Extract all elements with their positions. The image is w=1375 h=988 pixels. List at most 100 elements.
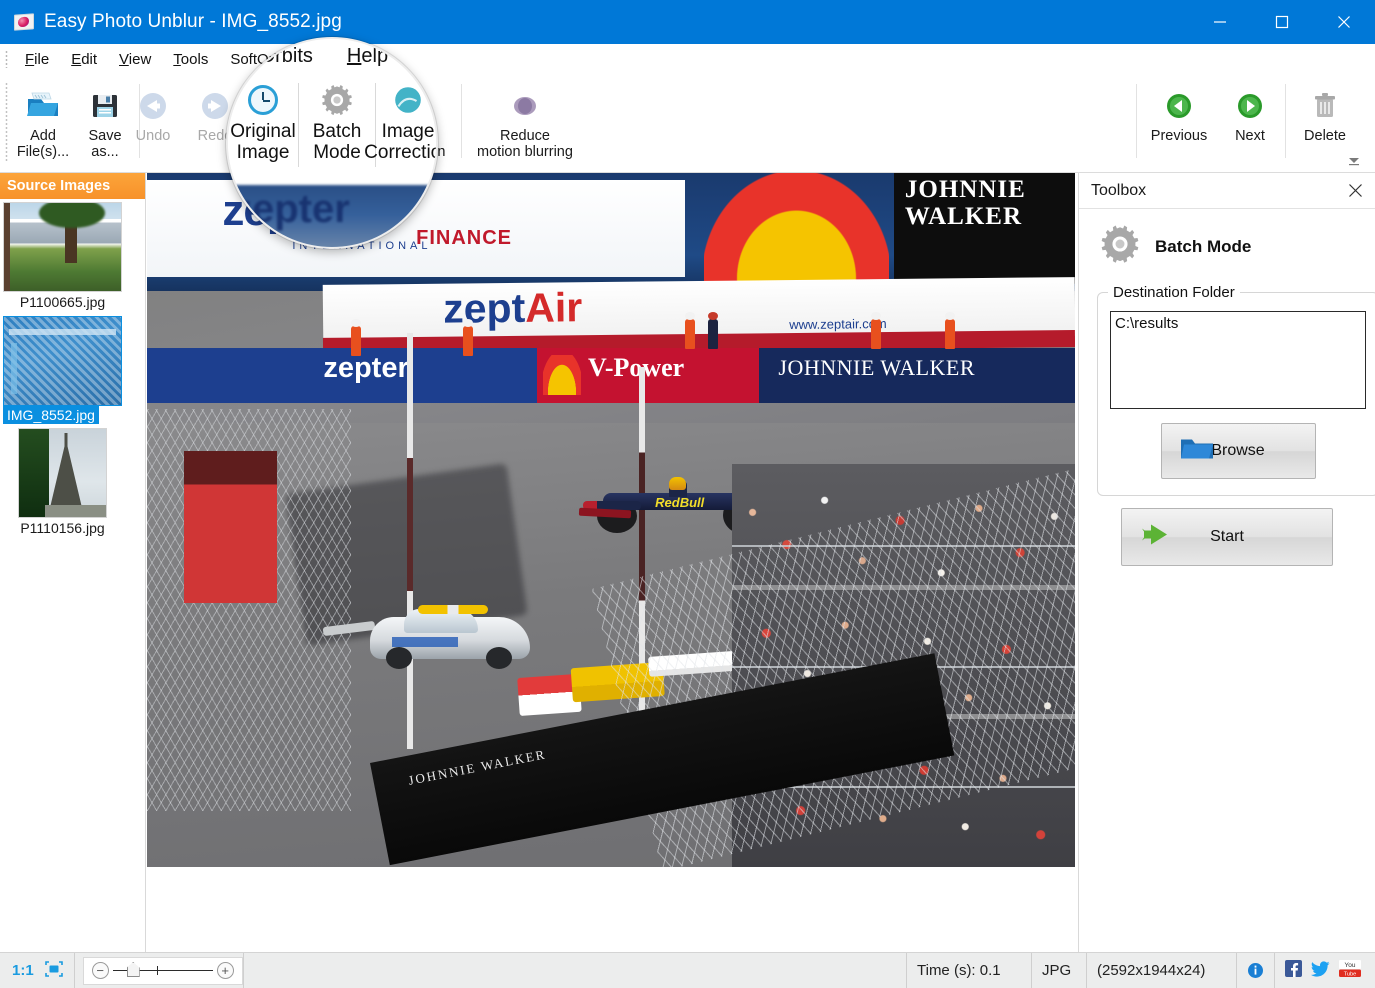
save-as-label: Save as... <box>88 128 121 160</box>
zoom-slider-cell: − + <box>75 953 244 988</box>
image-correction-icon <box>392 79 424 121</box>
application-window: Easy Photo Unblur - IMG_8552.jpg <box>0 0 1375 988</box>
toolbox-close-button[interactable] <box>1345 181 1365 201</box>
toolbox-title-label: Toolbox <box>1091 182 1345 200</box>
title-bar: Easy Photo Unblur - IMG_8552.jpg <box>0 0 1375 44</box>
menu-item-edit[interactable]: Edit <box>60 48 108 71</box>
window-controls <box>1189 0 1375 44</box>
gear-icon <box>320 79 354 121</box>
redbull-livery-text: RedBull <box>655 495 704 510</box>
menu-bar: File Edit View Tools SoftOrbits Help <box>0 44 1375 74</box>
close-icon <box>1336 15 1352 29</box>
start-button[interactable]: Start <box>1121 508 1333 566</box>
zoom-in-button[interactable]: + <box>217 962 234 979</box>
chevron-down-icon <box>1347 155 1361 167</box>
folder-blue-icon <box>1180 436 1214 467</box>
eiffel-tower-thumb[interactable] <box>18 428 107 518</box>
svg-text:You: You <box>1345 962 1356 969</box>
motion-blur-icon <box>510 88 540 124</box>
marshal-figure <box>685 319 695 349</box>
magnified-menu-help[interactable]: Help <box>347 45 388 68</box>
toolbar-separator <box>1285 84 1286 158</box>
destination-folder-legend: Destination Folder <box>1108 284 1240 301</box>
social-links-group: You Tube <box>1275 953 1375 988</box>
zoom-out-button[interactable]: − <box>92 962 109 979</box>
twitter-icon[interactable] <box>1311 961 1330 981</box>
reduce-motion-blurring-button[interactable]: Reduce motion blurring <box>465 78 585 168</box>
source-images-header: Source Images <box>0 173 145 199</box>
menu-grip-handle[interactable] <box>5 50 8 68</box>
magnified-menu-softorbits[interactable]: SoftOrbits <box>226 45 313 68</box>
next-green-icon <box>1236 88 1264 124</box>
trash-icon <box>1311 88 1339 124</box>
delete-label: Delete <box>1304 128 1346 144</box>
ribbon-grip-handle[interactable] <box>5 82 8 162</box>
banner-johnnie-walker-top-text: JOHNNIE WALKER <box>905 177 1075 230</box>
destination-folder-input[interactable] <box>1110 311 1366 409</box>
list-item[interactable]: P1100665.jpg <box>0 202 145 313</box>
banner-johnnie-walker-blue-text: JOHNNIE WALKER <box>778 355 975 381</box>
hotel-garden-thumb[interactable] <box>3 202 122 292</box>
banner-vpower: V-Power <box>537 348 760 404</box>
add-files-label: Add File(s)... <box>17 128 69 160</box>
active-tool-name: Batch Mode <box>1155 237 1251 257</box>
close-button[interactable] <box>1313 0 1375 44</box>
ribbon-group-navigation: Previous Next <box>1133 78 1361 170</box>
list-item[interactable]: P1110156.jpg <box>0 428 145 539</box>
shell-logo <box>704 173 890 284</box>
zoom-slider[interactable]: − + <box>83 957 243 985</box>
active-tool-header: Batch Mode <box>1079 209 1375 270</box>
zoom-ratio-button[interactable]: 1:1 <box>12 962 34 979</box>
browse-button-label: Browse <box>1211 442 1264 460</box>
list-item-label: IMG_8552.jpg <box>3 406 99 424</box>
info-button[interactable] <box>1237 953 1275 988</box>
open-folder-icon <box>25 88 61 124</box>
green-arrow-icon <box>1140 523 1174 552</box>
banner-zepter-lower: zepter <box>323 352 408 385</box>
toolbox-panel: Toolbox Batch Mode Destination Folder <box>1078 173 1375 952</box>
facebook-icon[interactable] <box>1285 960 1302 981</box>
marshal-figure <box>351 326 361 356</box>
start-button-label: Start <box>1210 528 1244 546</box>
previous-button[interactable]: Previous <box>1140 78 1218 168</box>
menu-item-file[interactable]: File <box>14 48 60 71</box>
add-files-button[interactable]: Add File(s)... <box>12 78 74 168</box>
next-button[interactable]: Next <box>1218 78 1282 168</box>
fit-to-window-button[interactable] <box>44 960 64 982</box>
menu-item-tools[interactable]: Tools <box>162 48 219 71</box>
menu-item-view[interactable]: View <box>108 48 162 71</box>
undo-label: Undo <box>136 128 171 144</box>
list-item[interactable]: IMG_8552.jpg <box>0 316 145 425</box>
maximize-button[interactable] <box>1251 0 1313 44</box>
marshal-figure <box>945 319 955 349</box>
magnified-image-correction-label: Image Correction <box>364 121 438 164</box>
magnifier-overlay: zepter SoftOrbits Help Original Image <box>226 37 438 249</box>
gear-icon <box>1099 223 1141 270</box>
zoom-slider-thumb[interactable] <box>127 962 140 977</box>
close-icon <box>1348 183 1363 198</box>
banner-johnnie-walker-top: JOHNNIE WALKER <box>894 173 1075 284</box>
redo-arrow-icon <box>199 88 231 124</box>
next-label: Next <box>1235 128 1265 144</box>
status-spacer <box>244 953 907 988</box>
marshal-figure <box>871 319 881 349</box>
list-item-label: P1100665.jpg <box>0 292 125 313</box>
clock-history-icon <box>248 79 278 121</box>
minimize-button[interactable] <box>1189 0 1251 44</box>
pool-blue-thumb[interactable] <box>3 316 122 406</box>
preview-image[interactable]: zepter INTERNATIONAL FINANCE JOHNNIE WAL… <box>147 173 1075 867</box>
status-bar: 1:1 − + Time (s): 0.1 JP <box>0 952 1375 988</box>
previous-label: Previous <box>1151 128 1207 144</box>
ribbon-expand-button[interactable] <box>1347 154 1361 166</box>
youtube-icon[interactable]: You Tube <box>1339 960 1361 981</box>
image-dimensions-label: (2592x1944x24) <box>1087 953 1237 988</box>
magnified-image-correction-button[interactable]: Image Correction <box>376 79 438 179</box>
magnified-menu: SoftOrbits Help <box>226 45 388 68</box>
magnified-original-image-button[interactable]: Original Image <box>228 79 298 179</box>
zoom-slider-track[interactable] <box>113 970 213 971</box>
minimize-icon <box>1212 15 1228 29</box>
undo-button[interactable]: Undo <box>122 78 184 168</box>
window-title: Easy Photo Unblur - IMG_8552.jpg <box>44 11 342 33</box>
browse-button[interactable]: Browse <box>1161 423 1316 479</box>
image-canvas[interactable]: zepter INTERNATIONAL FINANCE JOHNNIE WAL… <box>146 173 1078 952</box>
